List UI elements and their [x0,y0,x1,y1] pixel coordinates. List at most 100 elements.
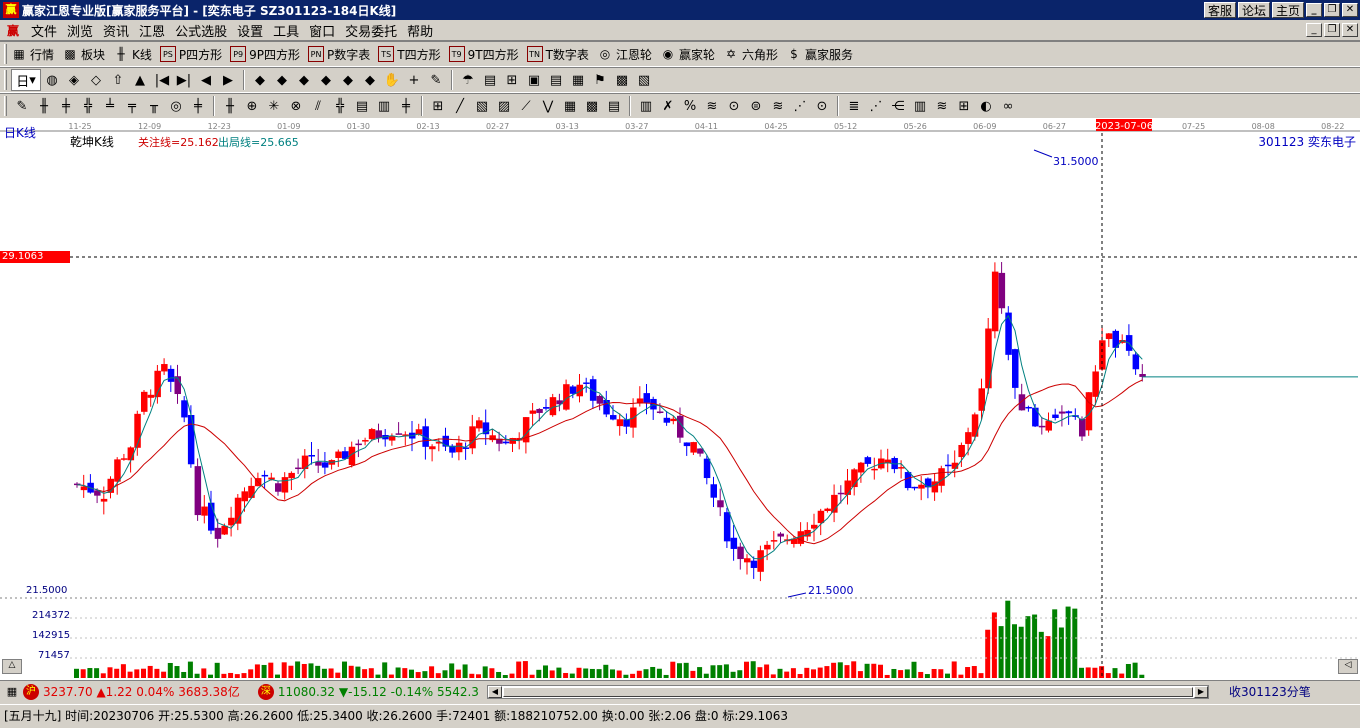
toolbar-btn-1[interactable]: ▩ 板块 [62,46,105,63]
menu-tools[interactable]: 工具 [268,21,304,40]
toolbar-btn-10[interactable]: ◉ 赢家轮 [660,46,715,63]
toolbar-btn-11[interactable]: ✡ 六角形 [723,46,778,63]
chart-tool-icon-20[interactable]: ⊞ [501,69,523,91]
draw-tool-icon-19[interactable]: ╱ [449,95,471,117]
draw-tool-icon-30[interactable]: ≋ [701,95,723,117]
grid-icon[interactable]: ▦ [4,684,20,700]
toolbar-btn-5[interactable]: PN P数字表 [308,46,370,63]
draw-tool-icon-27[interactable]: ▥ [635,95,657,117]
draw-tool-icon-1[interactable]: ╫ [33,95,55,117]
draw-tool-icon-26[interactable]: ▤ [603,95,625,117]
chart-tool-icon-15[interactable]: ✋ [381,69,403,91]
toolbar-btn-6[interactable]: TS T四方形 [378,46,441,63]
menu-window[interactable]: 窗口 [304,21,340,40]
homepage-link[interactable]: 主页 [1271,2,1304,18]
draw-tool-icon-4[interactable]: ╧ [99,95,121,117]
chart-tool-icon-7[interactable]: ◀ [195,69,217,91]
chart-tool-icon-17[interactable]: ✎ [425,69,447,91]
toolbar-btn-4[interactable]: P9 9P四方形 [230,46,300,63]
menu-logo-icon[interactable]: 赢 [4,22,22,38]
draw-tool-icon-10[interactable]: ⊕ [241,95,263,117]
toolbar-btn-7[interactable]: T9 9T四方形 [448,46,519,63]
draw-tool-icon-2[interactable]: ╪ [55,95,77,117]
child-close-button[interactable]: ✕ [1342,23,1358,37]
toolbar-grip[interactable] [4,70,7,90]
chart-tool-icon-10[interactable]: ◆ [271,69,293,91]
menu-formula[interactable]: 公式选股 [170,21,232,40]
menu-gann[interactable]: 江恩 [134,21,170,40]
chart-tool-icon-11[interactable]: ◆ [293,69,315,91]
menu-settings[interactable]: 设置 [232,21,268,40]
chart-tool-icon-2[interactable]: ◇ [85,69,107,91]
scroll-right-arrow[interactable]: ▶ [1193,685,1208,698]
chart-tool-icon-23[interactable]: ▦ [567,69,589,91]
sh-index[interactable]: 沪 3237.70 ▲1.22 0.04% 3683.38亿 [23,683,240,700]
draw-tool-icon-22[interactable]: ⟋ [515,95,537,117]
draw-tool-icon-6[interactable]: ╥ [143,95,165,117]
draw-tool-icon-39[interactable]: ▥ [909,95,931,117]
chart-tool-icon-22[interactable]: ▤ [545,69,567,91]
menu-help[interactable]: 帮助 [402,21,438,40]
chart-tool-icon-1[interactable]: ◈ [63,69,85,91]
expand-panel-button[interactable]: △ [2,659,22,674]
draw-tool-icon-24[interactable]: ▦ [559,95,581,117]
draw-tool-icon-32[interactable]: ⊜ [745,95,767,117]
draw-tool-icon-13[interactable]: ⫽ [307,95,329,117]
draw-tool-icon-3[interactable]: ╬ [77,95,99,117]
chart-tool-icon-18[interactable]: ☂ [457,69,479,91]
scroll-left-arrow[interactable]: ◀ [487,685,502,698]
draw-tool-icon-41[interactable]: ⊞ [953,95,975,117]
menu-file[interactable]: 文件 [26,21,62,40]
child-restore-button[interactable]: ❐ [1324,23,1340,37]
forum-link[interactable]: 论坛 [1237,2,1270,18]
toolbar-grip[interactable] [4,44,7,64]
chart-tool-icon-5[interactable]: |◀ [151,69,173,91]
child-minimize-button[interactable]: _ [1306,23,1322,37]
chart-tool-icon-19[interactable]: ▤ [479,69,501,91]
draw-tool-icon-23[interactable]: ⋁ [537,95,559,117]
sz-index[interactable]: 深 11080.32 ▼-15.12 -0.14% 5542.3 [257,683,479,700]
chart-tool-icon-3[interactable]: ⇧ [107,69,129,91]
menu-trade[interactable]: 交易委托 [340,21,402,40]
restore-button[interactable]: ❐ [1324,3,1340,17]
chart-tool-icon-13[interactable]: ◆ [337,69,359,91]
draw-tool-icon-20[interactable]: ▧ [471,95,493,117]
toolbar-grip[interactable] [4,96,7,116]
draw-tool-icon-12[interactable]: ⊗ [285,95,307,117]
chart-tool-icon-0[interactable]: ◍ [41,69,63,91]
chart-tool-icon-9[interactable]: ◆ [249,69,271,91]
toolbar-btn-12[interactable]: $ 赢家服务 [786,46,853,63]
draw-tool-icon-36[interactable]: ≣ [843,95,865,117]
draw-tool-icon-21[interactable]: ▨ [493,95,515,117]
draw-tool-icon-33[interactable]: ≋ [767,95,789,117]
draw-tool-icon-17[interactable]: ╪ [395,95,417,117]
draw-tool-icon-11[interactable]: ✳ [263,95,285,117]
chart-tool-icon-14[interactable]: ◆ [359,69,381,91]
toolbar-btn-3[interactable]: PS P四方形 [159,46,222,63]
toolbar-btn-9[interactable]: ◎ 江恩轮 [597,46,652,63]
draw-tool-icon-18[interactable]: ⊞ [427,95,449,117]
menu-news[interactable]: 资讯 [98,21,134,40]
draw-tool-icon-5[interactable]: ╤ [121,95,143,117]
chart-tool-icon-16[interactable]: + [403,69,425,91]
chart-tool-icon-8[interactable]: ▶ [217,69,239,91]
chart-tool-icon-24[interactable]: ⚑ [589,69,611,91]
draw-tool-icon-0[interactable]: ✎ [11,95,33,117]
draw-tool-icon-28[interactable]: ✗ [657,95,679,117]
chart-tool-icon-6[interactable]: ▶| [173,69,195,91]
draw-tool-icon-29[interactable]: % [679,95,701,117]
scroll-thumb[interactable] [502,686,1193,697]
draw-tool-icon-43[interactable]: ∞ [997,95,1019,117]
draw-tool-icon-38[interactable]: ⋲ [887,95,909,117]
chart-tool-icon-21[interactable]: ▣ [523,69,545,91]
kline-chart[interactable]: 11-25 12-09 12-23 01-09 01-30 02-13 02-27 03-13… [0,119,1360,680]
draw-tool-icon-8[interactable]: ╪ [187,95,209,117]
chart-tool-icon-25[interactable]: ▩ [611,69,633,91]
period-select[interactable]: 日 ▾ [11,69,41,91]
draw-tool-icon-37[interactable]: ⋰ [865,95,887,117]
draw-tool-icon-35[interactable]: ⊙ [811,95,833,117]
draw-tool-icon-9[interactable]: ╫ [219,95,241,117]
draw-tool-icon-42[interactable]: ◐ [975,95,997,117]
collapse-panel-button[interactable]: ◁ [1338,659,1358,674]
close-button[interactable]: ✕ [1342,3,1358,17]
